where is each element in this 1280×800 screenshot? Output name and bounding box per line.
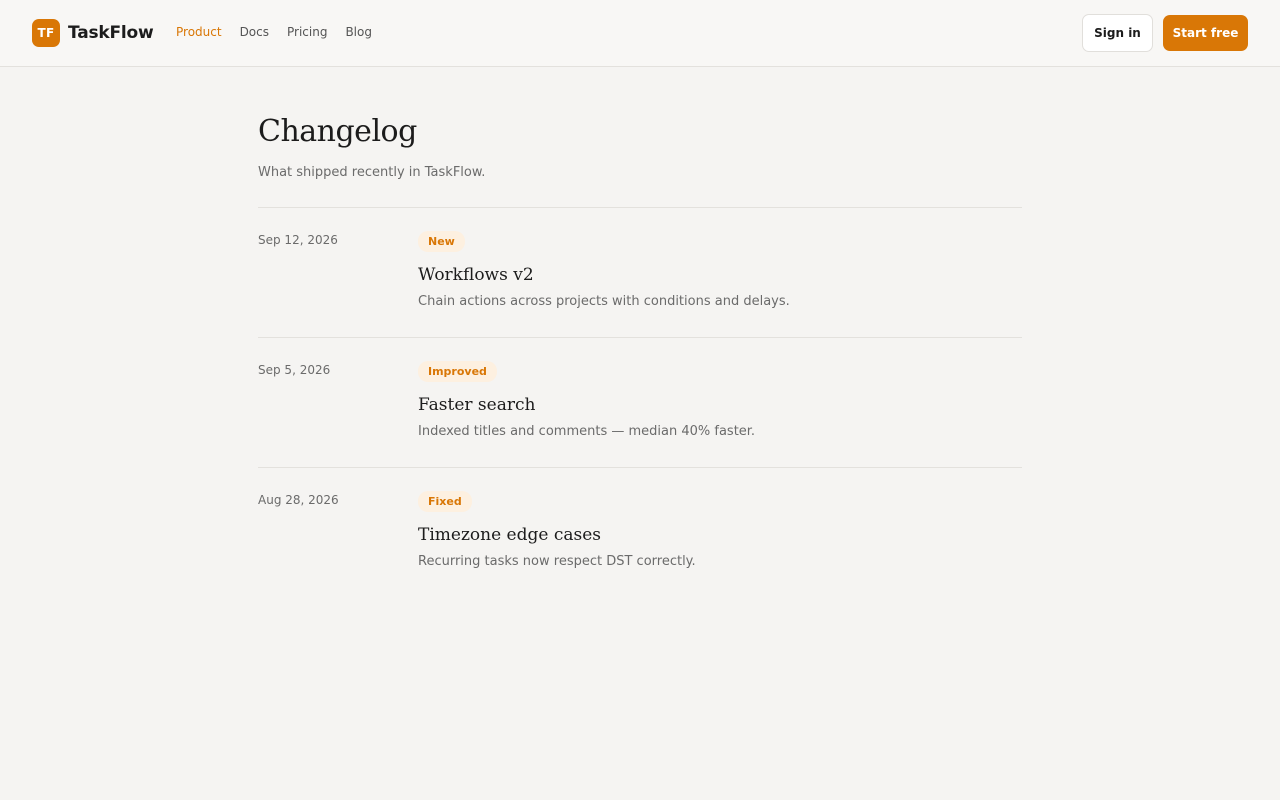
page-title: Changelog [258, 114, 417, 149]
page-subtitle: What shipped recently in TaskFlow. [258, 165, 486, 180]
entry-description: Chain actions across projects with condi… [418, 294, 790, 309]
entry-badge-improved: Improved [418, 361, 497, 382]
entry-title: Faster search [418, 395, 536, 415]
sign-in-button[interactable]: Sign in [1082, 14, 1153, 52]
entry-body: Fixed Timezone edge cases Recurring task… [418, 490, 1022, 571]
nav-link-pricing[interactable]: Pricing [287, 24, 327, 41]
brand-name: TaskFlow [68, 23, 154, 43]
entry-badge-fixed: Fixed [418, 491, 472, 512]
entry-body: New Workflows v2 Chain actions across pr… [418, 230, 1022, 311]
changelog-entry: Sep 5, 2026 Improved Faster search Index… [258, 337, 1022, 467]
primary-nav: Product Docs Pricing Blog [176, 24, 372, 41]
changelog-entries: Sep 12, 2026 New Workflows v2 Chain acti… [258, 207, 1022, 597]
entry-body: Improved Faster search Indexed titles an… [418, 360, 1022, 441]
nav-link-blog[interactable]: Blog [345, 24, 372, 41]
brand-logo-link[interactable]: TF TaskFlow [32, 19, 154, 47]
entry-date: Aug 28, 2026 [258, 493, 339, 507]
entry-description: Indexed titles and comments — median 40%… [418, 424, 756, 439]
nav-link-product[interactable]: Product [176, 24, 222, 41]
changelog-main: Changelog What shipped recently in TaskF… [258, 110, 1022, 597]
changelog-entry: Aug 28, 2026 Fixed Timezone edge cases R… [258, 467, 1022, 597]
entry-date: Sep 5, 2026 [258, 363, 331, 377]
entry-title: Timezone edge cases [418, 525, 602, 545]
brand-mark-icon: TF [32, 19, 60, 47]
top-navigation-bar: TF TaskFlow Product Docs Pricing Blog Si… [0, 0, 1280, 67]
entry-title: Workflows v2 [418, 265, 534, 285]
entry-date: Sep 12, 2026 [258, 233, 338, 247]
start-free-button[interactable]: Start free [1163, 15, 1248, 51]
entry-badge-new: New [418, 231, 465, 252]
changelog-entry: Sep 12, 2026 New Workflows v2 Chain acti… [258, 207, 1022, 337]
nav-link-docs[interactable]: Docs [240, 24, 269, 41]
entry-description: Recurring tasks now respect DST correctl… [418, 554, 696, 569]
